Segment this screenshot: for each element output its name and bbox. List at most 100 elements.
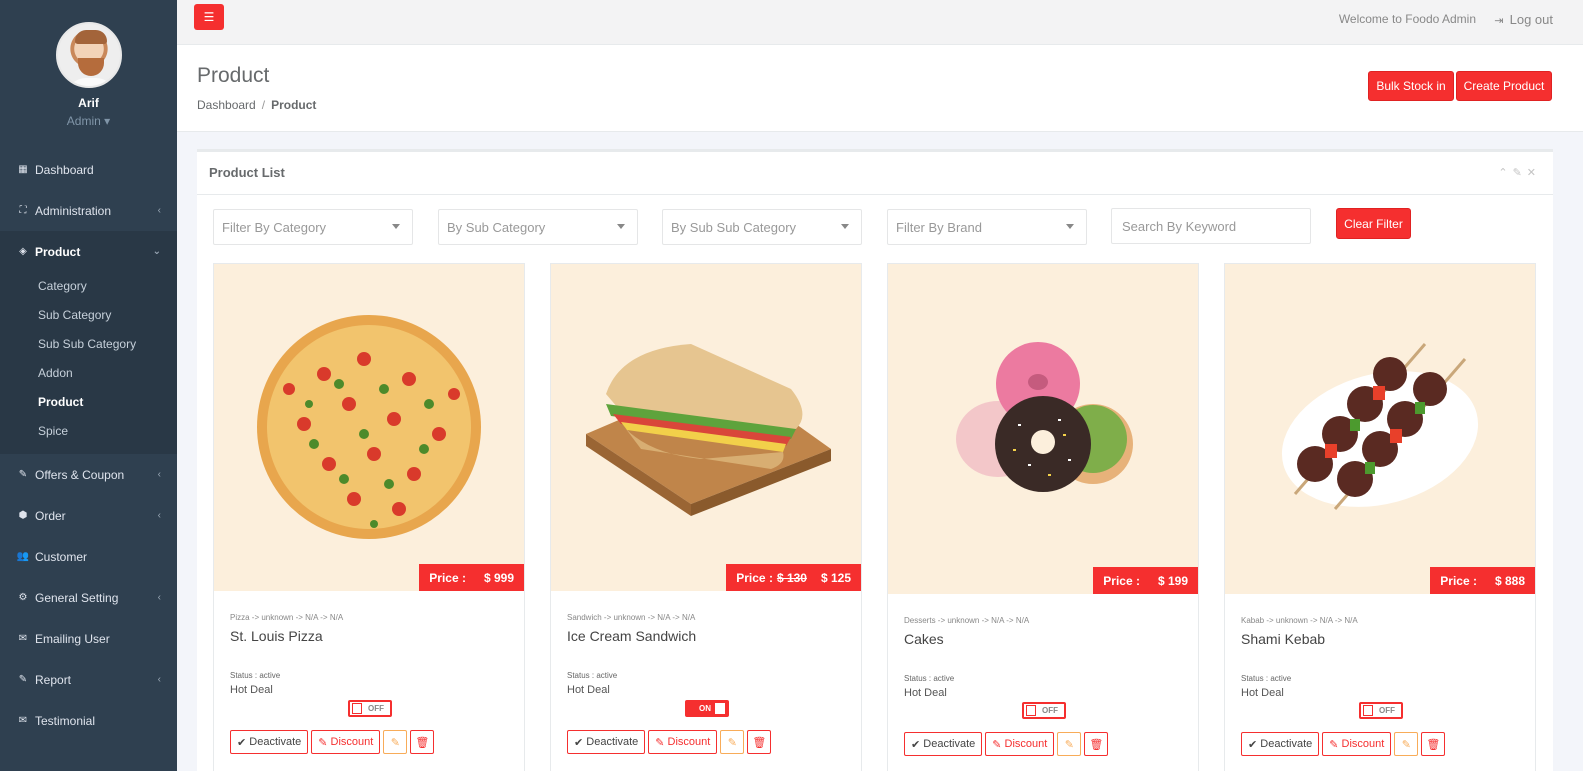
product-name: Cakes (904, 631, 944, 647)
edit-icon: ✎ (1064, 738, 1074, 751)
tag-icon: ✎ (992, 738, 1005, 751)
diamond-icon: ◈ (19, 246, 27, 257)
deactivate-button[interactable]: ✔ Deactivate (1241, 732, 1320, 756)
product-status: Status : active (904, 674, 955, 683)
subnav-item-spice[interactable]: Spice (0, 417, 177, 446)
bars-icon: ☰ (203, 10, 215, 24)
check-icon: ✔ (574, 736, 587, 749)
sidebar-item-customer[interactable]: 👥 Customer (0, 536, 177, 577)
sidebar-item-general-setting[interactable]: ⚙ General Setting ‹ (0, 577, 177, 618)
hot-deal-toggle[interactable]: OFF (348, 700, 392, 717)
card-actions: ✔ Deactivate ✎ Discount ✎ 🗑 (1241, 732, 1446, 756)
filter-brand-select[interactable]: Filter By Brand (887, 209, 1087, 245)
kebab-image (1281, 343, 1479, 510)
collapse-icon[interactable]: ⌃ (1498, 167, 1512, 179)
avatar[interactable] (55, 22, 122, 88)
card-actions: ✔ Deactivate ✎ Discount ✎ 🗑 (230, 730, 435, 754)
price-tag: Price : $ 130 $ 125 (726, 564, 861, 591)
breadcrumb: Dashboard / Product (197, 98, 317, 112)
discount-button[interactable]: ✎ Discount (648, 730, 718, 754)
discount-button[interactable]: ✎ Discount (1322, 732, 1392, 756)
page-title: Product (197, 64, 270, 87)
bulk-stock-in-button[interactable]: Bulk Stock in (1368, 71, 1454, 101)
topbar: ☰ Welcome to Foodo Admin ⇥ Log out (177, 0, 1583, 45)
subnav-item-product[interactable]: Product (0, 388, 177, 417)
deactivate-button[interactable]: ✔ Deactivate (567, 730, 646, 754)
tag-icon: ✎ (18, 674, 28, 685)
menu-toggle-button[interactable]: ☰ (194, 4, 224, 30)
cube-icon: ⬢ (18, 510, 28, 521)
wrench-icon[interactable]: ✎ (1513, 167, 1527, 179)
sidebar-item-product[interactable]: ◈ Product ⌄ (0, 231, 177, 272)
deactivate-button[interactable]: ✔ Deactivate (904, 732, 983, 756)
product-name: Ice Cream Sandwich (567, 628, 697, 644)
delete-button[interactable]: 🗑 (1421, 732, 1446, 756)
sidebar-item-report[interactable]: ✎ Report ‹ (0, 659, 177, 700)
trash-icon: 🗑 (1089, 738, 1104, 751)
price-tag: Price : $ 999 (419, 564, 524, 591)
sidebar-item-testimonial[interactable]: ✉ Testimonial (0, 700, 177, 741)
edit-button[interactable]: ✎ (720, 730, 745, 754)
product-image: Price : $ 888 (1225, 264, 1535, 594)
clear-filter-button[interactable]: Clear Filter (1336, 208, 1411, 239)
edit-button[interactable]: ✎ (1394, 732, 1419, 756)
user-role-dropdown[interactable]: Admin ▾ (0, 114, 177, 128)
subnav-item-addon[interactable]: Addon (0, 359, 177, 388)
sidebar-item-order[interactable]: ⬢ Order ‹ (0, 495, 177, 536)
chevron-left-icon: ‹ (157, 674, 161, 685)
user-name: Arif (78, 96, 99, 110)
caret-down-icon (392, 224, 400, 229)
page-heading: Product Dashboard / Product Bulk Stock in … (177, 45, 1583, 132)
subnav-item-category[interactable]: Category (0, 272, 177, 301)
discount-button[interactable]: ✎ Discount (311, 730, 381, 754)
discount-button[interactable]: ✎ Discount (985, 732, 1055, 756)
check-icon: ✔ (911, 738, 924, 751)
chevron-left-icon: ‹ (157, 469, 161, 480)
tag-icon: ✎ (1329, 738, 1342, 751)
breadcrumb-dashboard[interactable]: Dashboard (197, 98, 256, 112)
create-product-button[interactable]: Create Product (1456, 71, 1552, 101)
sidebar-item-emailing-user[interactable]: ✉ Emailing User (0, 618, 177, 659)
product-image: Price : $ 999 (214, 264, 524, 591)
hot-deal-toggle[interactable]: OFF (1022, 702, 1066, 719)
price-tag: Price : $ 199 (1093, 567, 1198, 594)
product-status: Status : active (230, 671, 281, 680)
filter-sub-sub-category-select[interactable]: By Sub Sub Category (662, 209, 862, 245)
close-icon[interactable]: ✕ (1527, 167, 1541, 179)
panel-title: Product List (209, 165, 285, 180)
hot-deal-toggle[interactable]: OFF (1359, 702, 1403, 719)
product-subnav: Category Sub Category Sub Sub Category A… (0, 272, 177, 454)
sidebar-item-administration[interactable]: ⛶ Administration ‹ (0, 190, 177, 231)
sidebar-item-offers-coupon[interactable]: ✎ Offers & Coupon ‹ (0, 454, 177, 495)
filter-sub-category-select[interactable]: By Sub Category (438, 209, 638, 245)
hot-deal-label: Hot Deal (904, 687, 947, 699)
filter-category-select[interactable]: Filter By Category (213, 209, 413, 245)
product-image: Price : $ 130 $ 125 (551, 264, 861, 591)
sidebar: Arif Admin ▾ ▦ Dashboard ⛶ Administration ‹… (0, 0, 177, 771)
delete-button[interactable]: 🗑 (1084, 732, 1109, 756)
logout-link[interactable]: ⇥ Log out (1494, 12, 1553, 27)
th-large-icon: ▦ (18, 164, 28, 175)
deactivate-button[interactable]: ✔ Deactivate (230, 730, 309, 754)
card-actions: ✔ Deactivate ✎ Discount ✎ 🗑 (567, 730, 772, 754)
delete-button[interactable]: 🗑 (410, 730, 435, 754)
subnav-item-sub-sub-category[interactable]: Sub Sub Category (0, 330, 177, 359)
trash-icon: 🗑 (1426, 738, 1441, 751)
trash-icon: 🗑 (752, 736, 767, 749)
search-input[interactable] (1111, 208, 1311, 244)
caret-down-icon (1066, 224, 1074, 229)
delete-button[interactable]: 🗑 (747, 730, 772, 754)
edit-button[interactable]: ✎ (1057, 732, 1082, 756)
product-status: Status : active (567, 671, 618, 680)
edit-button[interactable]: ✎ (383, 730, 408, 754)
product-name: Shami Kebab (1241, 631, 1326, 647)
product-card: Price : $ 130 $ 125 Sandwich -> unknown ->… (550, 263, 862, 771)
product-card: Price : $ 199 Desserts -> unknown -> N/A … (887, 263, 1199, 771)
edit-icon: ✎ (727, 736, 737, 749)
hot-deal-toggle[interactable]: ON (685, 700, 729, 717)
subnav-item-sub-category[interactable]: Sub Category (0, 301, 177, 330)
card-actions: ✔ Deactivate ✎ Discount ✎ 🗑 (904, 732, 1109, 756)
product-category-path: Desserts -> unknown -> N/A -> N/A (904, 616, 1030, 625)
sidebar-item-dashboard[interactable]: ▦ Dashboard (0, 149, 177, 190)
caret-down-icon: ▾ (104, 114, 111, 128)
